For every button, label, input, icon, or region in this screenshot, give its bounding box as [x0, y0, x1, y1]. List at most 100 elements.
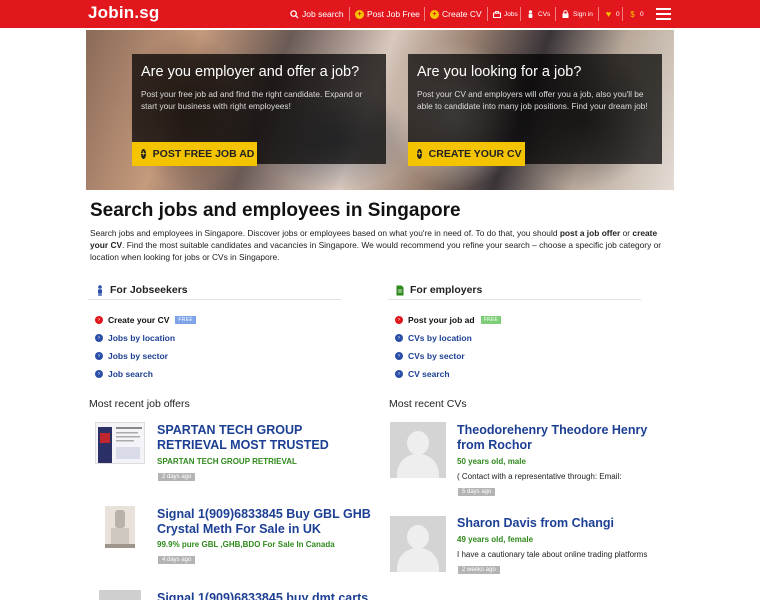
nav-sign-in[interactable]: Sign in — [561, 0, 593, 28]
nav-divider — [622, 7, 623, 21]
cv-item[interactable]: Sharon Davis from Changi 49 years old, f… — [390, 516, 680, 582]
list-item: › CVs by location — [395, 329, 501, 347]
create-your-cv-button[interactable]: + CREATE YOUR CV — [408, 142, 525, 166]
jobseekers-heading-label: For Jobseekers — [110, 284, 188, 296]
arrow-circle-icon: › — [95, 334, 103, 342]
nav-post-job-label: Post Job Free — [367, 9, 420, 19]
job-search-link[interactable]: Job search — [108, 369, 153, 379]
recent-jobs-heading: Most recent job offers — [89, 398, 190, 410]
cv-description: I have a cautionary tale about online tr… — [457, 550, 648, 559]
nav-job-search[interactable]: Job search — [290, 0, 344, 28]
list-item: › CV search — [395, 365, 501, 383]
employer-panel-title: Are you employer and offer a job? — [141, 64, 360, 80]
menu-icon[interactable] — [656, 8, 671, 20]
plus-circle-icon: + — [417, 149, 422, 159]
jobs-by-sector-link[interactable]: Jobs by sector — [108, 351, 168, 361]
divider — [88, 299, 341, 300]
nav-sign-in-label: Sign in — [573, 10, 593, 18]
create-your-cv-link[interactable]: Create your CV — [108, 315, 169, 325]
seeker-panel-title: Are you looking for a job? — [417, 64, 582, 80]
arrow-circle-icon: › — [95, 370, 103, 378]
job-offer-company: SPARTAN TECH GROUP RETRIEVAL — [157, 457, 297, 466]
nav-create-cv-label: Create CV — [442, 9, 482, 19]
person-icon — [96, 284, 104, 296]
nav-divider — [424, 7, 425, 21]
job-offer-photo — [105, 506, 135, 548]
list-item: › Job search — [95, 365, 196, 383]
nav-post-job[interactable]: + Post Job Free — [355, 0, 420, 28]
intro-text-part: Search jobs and employees in Singapore. … — [90, 228, 560, 238]
arrow-circle-icon: › — [395, 334, 403, 342]
arrow-circle-icon: › — [395, 352, 403, 360]
nav-jobs[interactable]: Jobs — [492, 0, 518, 28]
nav-divider — [487, 7, 488, 21]
cv-search-link[interactable]: CV search — [408, 369, 450, 379]
job-offer-item[interactable]: SPARTAN TECH GROUP RETRIEVAL MOST TRUSTE… — [95, 422, 355, 492]
company-logo — [95, 422, 145, 464]
nav-divider — [520, 7, 521, 21]
money-icon: $ — [630, 9, 635, 19]
nav-favorites[interactable]: ♥ 0 — [604, 0, 620, 28]
arrow-circle-icon: › — [395, 370, 403, 378]
arrow-circle-icon: › — [95, 316, 103, 324]
cvs-by-location-link[interactable]: CVs by location — [408, 333, 472, 343]
jobs-by-location-link[interactable]: Jobs by location — [108, 333, 175, 343]
nav-job-search-label: Job search — [302, 9, 344, 19]
job-offer-title[interactable]: SPARTAN TECH GROUP RETRIEVAL MOST TRUSTE… — [157, 423, 347, 453]
intro-text: Search jobs and employees in Singapore. … — [90, 227, 664, 264]
hero-banner: Are you employer and offer a job? Post y… — [86, 30, 674, 190]
nav-cvs[interactable]: CVs — [526, 0, 550, 28]
cv-age-badge: 5 days ago — [458, 488, 496, 496]
briefcase-icon — [492, 10, 501, 19]
arrow-circle-icon: › — [395, 316, 403, 324]
cv-item[interactable]: Theodorehenry Theodore Henry from Rochor… — [390, 422, 680, 502]
search-icon — [290, 9, 299, 19]
plus-circle-icon: + — [355, 9, 364, 19]
plus-circle-icon: + — [430, 9, 439, 19]
job-offer-title[interactable]: Signal 1(909)6833845 Buy GBL GHB Crystal… — [157, 507, 372, 537]
nav-favorites-count: 0 — [616, 10, 620, 18]
avatar — [390, 422, 446, 478]
nav-jobs-label: Jobs — [504, 10, 518, 18]
job-offer-item[interactable]: Signal 1(909)6833845 buy dmt carts — [95, 590, 375, 600]
nav-saved-count: 0 — [640, 10, 644, 18]
post-free-job-ad-button[interactable]: + POST FREE JOB AD — [132, 142, 257, 166]
seeker-panel-text: Post your CV and employers will offer yo… — [417, 89, 648, 111]
list-item: › Jobs by location — [95, 329, 196, 347]
nav-saved[interactable]: $ 0 — [628, 0, 644, 28]
employers-heading: For employers — [396, 280, 482, 300]
list-item: › Create your CV FREE — [95, 311, 196, 329]
list-item: › CVs by sector — [395, 347, 501, 365]
job-offer-title[interactable]: Signal 1(909)6833845 buy dmt carts — [157, 591, 372, 600]
jobseekers-links: › Create your CV FREE › Jobs by location… — [95, 311, 196, 383]
nav-create-cv[interactable]: + Create CV — [430, 0, 482, 28]
cv-name[interactable]: Sharon Davis from Changi — [457, 516, 672, 531]
job-offer-age-badge: 4 days ago — [158, 556, 196, 564]
create-your-cv-label: CREATE YOUR CV — [428, 148, 522, 160]
post-job-offer-link[interactable]: post a job offer — [560, 228, 621, 238]
post-your-job-ad-link[interactable]: Post your job ad — [408, 315, 475, 325]
free-badge: FREE — [175, 316, 196, 324]
cv-name[interactable]: Theodorehenry Theodore Henry from Rochor — [457, 423, 672, 453]
page-title: Search jobs and employees in Singapore — [90, 200, 461, 221]
site-logo[interactable]: Jobin.sg — [88, 3, 160, 23]
intro-text-part: or — [620, 228, 633, 238]
cv-age-badge: 2 weeks ago — [458, 566, 500, 574]
cv-meta: 50 years old, male — [457, 457, 526, 466]
jobseekers-heading: For Jobseekers — [96, 280, 188, 300]
job-offer-company: 99.9% pure GBL ,GHB,BDO For Sale In Cana… — [157, 540, 335, 549]
job-offer-item[interactable]: Signal 1(909)6833845 Buy GBL GHB Crystal… — [95, 506, 375, 570]
nav-divider — [555, 7, 556, 21]
cvs-by-sector-link[interactable]: CVs by sector — [408, 351, 465, 361]
free-badge: FREE — [480, 316, 502, 324]
lock-icon — [561, 10, 570, 19]
recent-cvs-heading: Most recent CVs — [389, 398, 467, 410]
list-item: › Post your job ad FREE — [395, 311, 502, 329]
employers-heading-label: For employers — [410, 284, 483, 296]
plus-circle-icon: + — [141, 149, 146, 159]
cv-description: ( Contact with a representative through:… — [457, 472, 622, 481]
employers-links: › Post your job ad FREE › CVs by locatio… — [395, 311, 502, 383]
document-icon — [396, 285, 404, 296]
job-offer-photo — [99, 590, 141, 600]
arrow-circle-icon: › — [95, 352, 103, 360]
